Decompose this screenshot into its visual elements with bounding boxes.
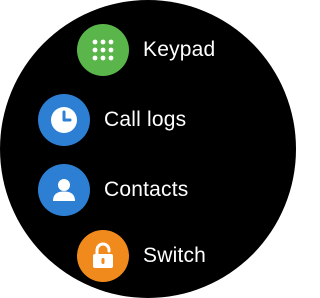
menu-item-contacts[interactable]: Contacts <box>38 164 188 216</box>
menu-item-switch[interactable]: Switch <box>77 230 206 282</box>
menu-item-call-logs[interactable]: Call logs <box>38 94 186 146</box>
menu-item-label: Call logs <box>104 108 187 131</box>
menu-item-label: Keypad <box>143 38 216 61</box>
menu-item-label: Contacts <box>104 178 189 201</box>
menu-item-label: Switch <box>143 244 207 267</box>
contact-icon <box>38 164 90 216</box>
lock-icon <box>77 230 129 282</box>
keypad-icon <box>77 24 129 76</box>
watch-screen: Keypad Call logs Contacts Switch <box>0 0 296 298</box>
clock-icon <box>38 94 90 146</box>
menu-item-keypad[interactable]: Keypad <box>77 24 215 76</box>
